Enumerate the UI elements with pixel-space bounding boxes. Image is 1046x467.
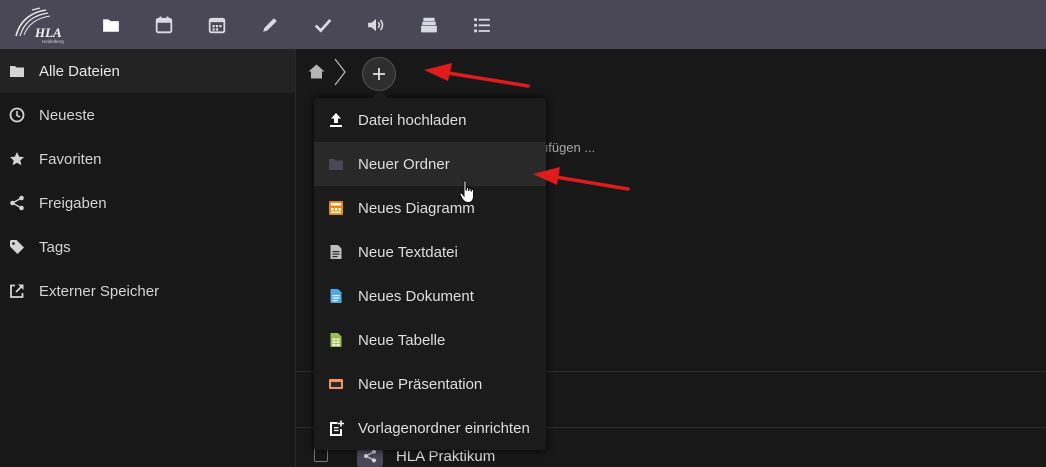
upload-icon: [328, 112, 344, 128]
sidebar-item-shares[interactable]: Freigaben: [0, 181, 295, 225]
file-row-checkbox[interactable]: [314, 448, 328, 462]
clock-icon: [9, 107, 25, 123]
sidebar-item-tags[interactable]: Tags: [0, 225, 295, 269]
files-app[interactable]: [84, 0, 137, 49]
announcements-app[interactable]: [349, 0, 402, 49]
menu-item-new-document[interactable]: Neues Dokument: [314, 274, 546, 318]
breadcrumb-separator-icon: [334, 58, 346, 86]
checkmark-icon: [314, 18, 331, 33]
sidebar-item-label: Externer Speicher: [39, 282, 160, 300]
folder-icon: [9, 63, 25, 79]
breadcrumb: [296, 49, 1046, 95]
menu-item-label: Datei hochladen: [358, 111, 467, 129]
pencil-icon: [262, 17, 277, 32]
svg-text:HLA: HLA: [34, 25, 62, 40]
deck-app[interactable]: [190, 0, 243, 49]
menu-item-label: Neue Präsentation: [358, 375, 483, 393]
menu-item-new-presentation[interactable]: Neue Präsentation: [314, 362, 546, 406]
spreadsheet-icon: [328, 332, 344, 348]
hand-cursor-icon: [459, 180, 474, 204]
sidebar-item-external-storage[interactable]: Externer Speicher: [0, 269, 295, 313]
menu-item-new-folder[interactable]: Neuer Ordner: [314, 142, 546, 186]
external-link-icon: [9, 283, 25, 299]
new-file-menu: Datei hochladen Neuer Ordner Neues Diagr…: [314, 90, 546, 450]
svg-text:Heidelberg: Heidelberg: [42, 39, 64, 44]
template-folder-icon: [328, 420, 344, 436]
sidebar-item-all-files[interactable]: Alle Dateien: [0, 49, 295, 93]
hla-logo-icon[interactable]: HLA Heidelberg: [10, 6, 66, 44]
menu-item-label: Vorlagenordner einrichten: [358, 419, 530, 437]
add-new-button[interactable]: [362, 57, 396, 91]
speaker-icon: [367, 18, 383, 31]
menu-item-label: Neues Dokument: [358, 287, 474, 305]
menu-item-new-diagram[interactable]: Neues Diagramm: [314, 186, 546, 230]
plus-icon: [373, 68, 385, 80]
menu-item-label: Neues Diagramm: [358, 199, 475, 217]
menu-item-label: Neue Tabelle: [358, 331, 446, 349]
calendar-app[interactable]: [137, 0, 190, 49]
archive-icon: [420, 17, 437, 32]
menu-item-label: Neue Textdatei: [358, 243, 458, 261]
presentation-icon: [328, 376, 344, 392]
document-icon: [328, 288, 344, 304]
tasks-app[interactable]: [296, 0, 349, 49]
file-row-name[interactable]: HLA Praktikum: [396, 448, 495, 465]
text-file-icon: [328, 244, 344, 260]
calendar-icon: [155, 16, 172, 33]
sidebar-item-favorites[interactable]: Favoriten: [0, 137, 295, 181]
calendar-grid-icon: [208, 17, 225, 33]
menu-item-upload-file[interactable]: Datei hochladen: [314, 98, 546, 142]
notes-app[interactable]: [243, 0, 296, 49]
sidebar-item-label: Favoriten: [39, 150, 102, 168]
menu-item-setup-templates[interactable]: Vorlagenordner einrichten: [314, 406, 546, 450]
menu-item-new-text-file[interactable]: Neue Textdatei: [314, 230, 546, 274]
menu-item-new-spreadsheet[interactable]: Neue Tabelle: [314, 318, 546, 362]
sidebar-item-label: Alle Dateien: [39, 62, 120, 80]
sidebar-item-recent[interactable]: Neueste: [0, 93, 295, 137]
home-icon[interactable]: [308, 64, 325, 79]
sidebar-item-label: Freigaben: [39, 194, 107, 212]
sidebar-item-label: Neueste: [39, 106, 95, 124]
hint-text: ufügen ...: [541, 140, 596, 155]
diagram-icon: [328, 200, 344, 216]
sidebar-item-label: Tags: [39, 238, 71, 256]
folder-icon: [102, 18, 119, 32]
share-icon: [9, 195, 25, 211]
tag-icon: [9, 239, 25, 255]
activity-app[interactable]: [455, 0, 508, 49]
folder-icon: [328, 156, 344, 172]
list-icon: [473, 17, 490, 32]
top-header: HLA Heidelberg: [0, 0, 1046, 49]
app-navigation: [84, 0, 508, 49]
sidebar: Alle Dateien Neueste Favoriten Freigaben…: [0, 49, 296, 466]
archive-app[interactable]: [402, 0, 455, 49]
star-icon: [9, 151, 25, 167]
menu-item-label: Neuer Ordner: [358, 155, 450, 173]
